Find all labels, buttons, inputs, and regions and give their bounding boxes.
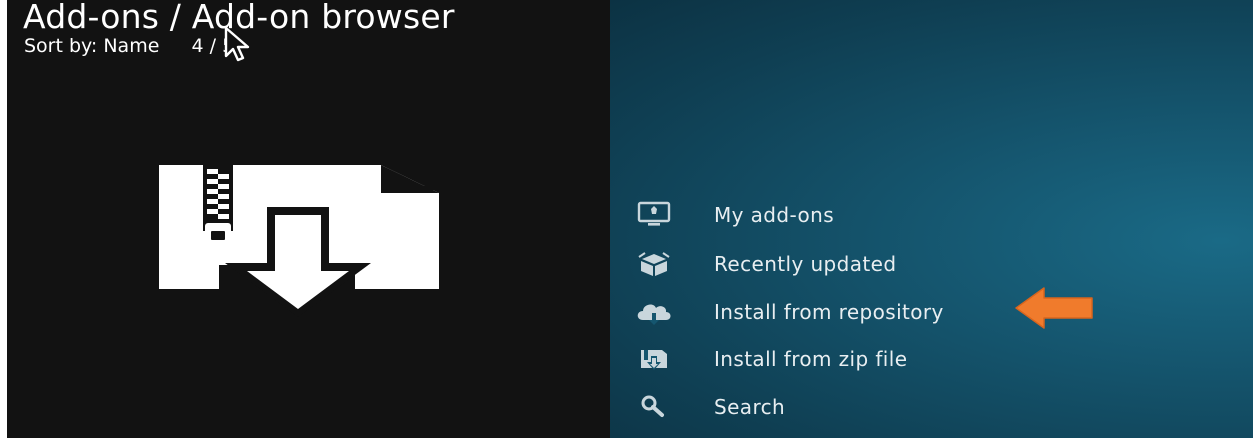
sort-info: Sort by: Name 4 / 5 [24,35,234,57]
preview-pane: Add-ons / Add-on browser Sort by: Name 4… [7,0,610,438]
menu-item-my-addons[interactable]: My add-ons [630,195,1230,235]
cloud-download-icon [637,304,671,325]
menu-item-install-from-zip[interactable]: Install from zip file [630,339,1230,379]
menu-item-label: My add-ons [714,203,835,227]
search-icon [641,395,664,417]
menu-item-search[interactable]: Search [630,387,1230,427]
menu-item-label: Install from repository [714,300,944,324]
mouse-pointer-icon [224,26,250,62]
zip-file-icon [641,350,667,370]
menu-item-label: Install from zip file [714,347,908,371]
menu-item-install-from-repository[interactable]: Install from repository [630,292,1230,332]
menu-item-label: Recently updated [714,252,897,276]
install-zip-illustration-icon [159,165,439,317]
open-box-icon [638,252,670,276]
sort-label: Sort by: Name [24,35,160,57]
menu-item-recently-updated[interactable]: Recently updated [630,244,1230,284]
monitor-icon [637,201,671,226]
annotation-arrow-icon [1015,287,1093,329]
menu-item-label: Search [714,395,786,419]
